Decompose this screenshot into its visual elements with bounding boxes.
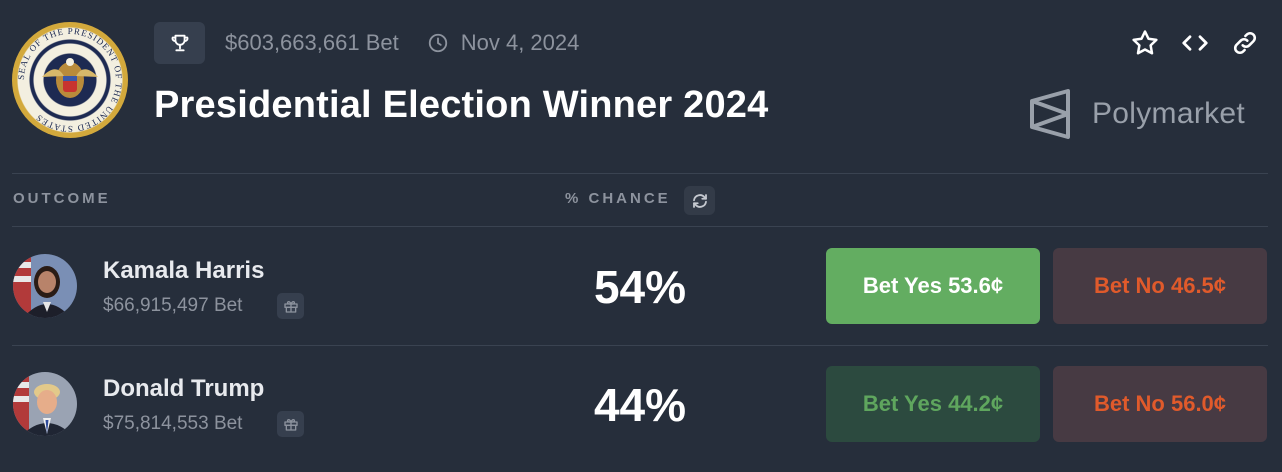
favorite-button[interactable] [1130,28,1160,58]
outcome-row[interactable]: Kamala Harris $66,915,497 Bet 54% Bet Ye… [0,228,1282,346]
page-title: Presidential Election Winner 2024 [154,84,769,126]
outcome-volume: $66,915,497 Bet [103,295,243,316]
toolbar [1130,28,1260,58]
bet-yes-button[interactable]: Bet Yes 44.2¢ [826,366,1040,442]
brand-name: Polymarket [1092,97,1246,130]
link-icon [1233,31,1257,55]
copy-link-button[interactable] [1230,28,1260,58]
outcome-volume: $75,814,553 Bet [103,413,243,434]
embed-button[interactable] [1180,28,1210,58]
gift-button[interactable] [277,411,304,437]
polymarket-logo-icon [1030,89,1070,139]
gift-button[interactable] [277,293,304,319]
bet-no-button[interactable]: Bet No 56.0¢ [1053,366,1267,442]
outcome-chance: 54% [593,261,687,313]
code-icon [1182,35,1208,51]
market-meta: $603,663,661 Bet Nov 4, 2024 [154,22,579,64]
clock-icon [428,33,447,53]
gift-icon [283,301,298,313]
column-header-outcome: OUTCOME [13,190,111,207]
end-date: Nov 4, 2024 [460,30,580,55]
avatar [13,254,77,318]
bet-no-button[interactable]: Bet No 46.5¢ [1053,248,1267,324]
outcome-chance: 44% [593,379,687,431]
refresh-icon [692,193,707,208]
presidential-seal-image: SEAL OF THE PRESIDENT OF THE UNITED STAT… [12,22,128,138]
refresh-button[interactable] [684,186,715,215]
outcome-name[interactable]: Kamala Harris [103,257,264,285]
outcome-row[interactable]: Donald Trump $75,814,553 Bet 44% Bet Yes… [0,346,1282,464]
divider [12,173,1268,174]
bet-yes-button[interactable]: Bet Yes 53.6¢ [826,248,1040,324]
gift-icon [283,419,298,431]
market-header: SEAL OF THE PRESIDENT OF THE UNITED STAT… [0,0,1282,172]
outcome-name[interactable]: Donald Trump [103,375,264,403]
trophy-badge[interactable] [154,22,205,64]
divider [12,226,1268,227]
star-icon [1132,30,1158,55]
column-header-chance: % CHANCE [565,190,671,207]
total-volume: $603,663,661 Bet [225,30,399,55]
trophy-icon [171,34,188,52]
avatar [13,372,77,436]
polymarket-brand[interactable]: Polymarket [1028,88,1245,140]
